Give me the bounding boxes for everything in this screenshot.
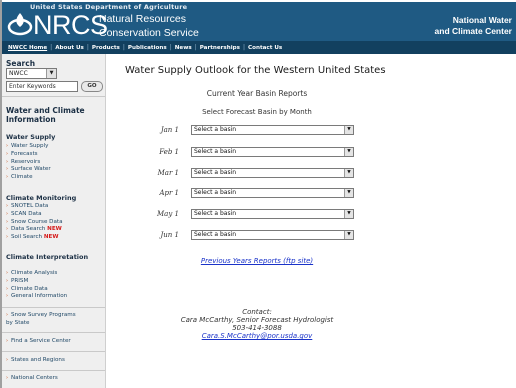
list-item[interactable]: › Climate Analysis [6, 270, 67, 278]
nav-publications[interactable]: Publications [125, 45, 170, 51]
bullet-icon: › [6, 375, 8, 381]
basin-select-may[interactable]: Select a basin ▼ [191, 209, 354, 219]
agency-line-1: Natural Resources [99, 13, 186, 25]
basin-select-mar[interactable]: Select a basin ▼ [191, 168, 354, 178]
list-item[interactable]: › Climate Data [6, 286, 67, 294]
bullet-icon: › [6, 218, 8, 225]
basin-select-feb[interactable]: Select a basin ▼ [191, 147, 354, 157]
climate-interpretation-title: Climate Interpretation [6, 253, 89, 261]
sidebar-divider [2, 96, 105, 97]
month-label: Mar 1 [157, 169, 179, 177]
nrcs-logo-icon[interactable] [6, 11, 34, 37]
page-title: Water Supply Outlook for the Western Uni… [125, 65, 386, 76]
bullet-icon: › [6, 293, 8, 300]
nav-nwcc-home[interactable]: NWCC Home [5, 45, 50, 51]
service-center-link[interactable]: › Find a Service Center [6, 338, 71, 346]
nav-contact-us[interactable]: Contact Us [245, 45, 285, 51]
basin-select-apr[interactable]: Select a basin ▼ [191, 188, 354, 198]
section-title: Water and Climate Information [6, 106, 85, 124]
bullet-icon: › [6, 234, 8, 241]
search-scope-value: NWCC [9, 70, 28, 77]
month-label: May 1 [157, 210, 179, 218]
agency-line-2: Conservation Service [99, 27, 199, 39]
bullet-icon: › [6, 312, 8, 318]
chevron-down-icon[interactable]: ▼ [46, 69, 56, 78]
list-item[interactable]: › SNOTEL Data [6, 203, 63, 211]
chevron-down-icon[interactable]: ▼ [344, 231, 353, 239]
nav-products[interactable]: Products [89, 45, 123, 51]
month-label: Feb 1 [159, 148, 179, 156]
bullet-icon: › [6, 174, 8, 181]
agency-name: Natural Resources Conservation Service [99, 12, 199, 40]
list-item[interactable]: › Water Supply [6, 143, 51, 151]
new-badge: NEW [43, 234, 59, 241]
bullet-icon: › [6, 338, 8, 344]
climate-monitoring-title: Climate Monitoring [6, 194, 77, 202]
water-supply-title: Water Supply [6, 133, 56, 141]
list-item[interactable]: › SCAN Data [6, 211, 63, 219]
main-content: Water Supply Outlook for the Western Uni… [107, 54, 516, 388]
bullet-icon: › [6, 270, 8, 276]
sidebar-divider [2, 370, 105, 371]
contact-email-link[interactable]: Cara.S.McCarthy@por.usda.gov [107, 332, 407, 341]
top-nav: NWCC Home | About Us | Products | Public… [2, 41, 516, 54]
month-label: Jan 1 [160, 126, 179, 134]
bullet-icon: › [6, 277, 8, 284]
list-item[interactable]: › Forecasts [6, 151, 51, 159]
sidebar-divider [2, 307, 105, 308]
chevron-down-icon[interactable]: ▼ [344, 189, 353, 197]
bullet-icon: › [6, 166, 8, 173]
nrcs-logo-text[interactable]: NRCS [33, 11, 108, 39]
snow-survey-link[interactable]: › Snow Survey Programs by State [6, 312, 76, 327]
sidebar-divider [2, 351, 105, 352]
center-line-2: and Climate Center [434, 26, 512, 36]
search-title: Search [6, 59, 36, 68]
keyword-input[interactable]: Enter Keywords [6, 81, 78, 92]
chevron-down-icon[interactable]: ▼ [344, 169, 353, 177]
list-item[interactable]: › Data Search NEW [6, 226, 63, 234]
list-item[interactable]: › General Information [6, 293, 67, 301]
previous-reports-link[interactable]: Previous Years Reports (ftp site) [107, 257, 407, 265]
bullet-icon: › [6, 285, 8, 292]
list-item[interactable]: › Soil Search NEW [6, 234, 63, 242]
search-scope-select[interactable]: NWCC ▼ [6, 68, 57, 79]
climate-monitoring-list: › SNOTEL Data › SCAN Data › Snow Course Dat… [6, 203, 63, 242]
month-label: Jun 1 [160, 231, 179, 239]
list-item[interactable]: › Reservoirs [6, 159, 51, 167]
basin-select-jan[interactable]: Select a basin ▼ [191, 125, 354, 135]
select-heading: Select Forecast Basin by Month [202, 108, 312, 116]
water-supply-list: › Water Supply › Forecasts › Reservoirs › Su… [6, 143, 51, 182]
list-item[interactable]: › Snow Course Data [6, 219, 63, 227]
bullet-icon: › [6, 143, 8, 149]
bullet-icon: › [6, 226, 8, 233]
list-item[interactable]: › Climate [6, 174, 51, 182]
chevron-down-icon[interactable]: ▼ [344, 126, 353, 134]
list-item[interactable]: › Surface Water [6, 166, 51, 174]
bullet-icon: › [6, 210, 8, 217]
site-header: United States Department of Agriculture … [2, 2, 516, 41]
list-item[interactable]: › PRISM [6, 278, 67, 286]
bullet-icon: › [6, 158, 8, 165]
national-centers-link[interactable]: › National Centers [6, 375, 58, 383]
sidebar-divider [2, 332, 105, 333]
nav-about-us[interactable]: About Us [52, 45, 87, 51]
nav-news[interactable]: News [172, 45, 195, 51]
chevron-down-icon[interactable]: ▼ [344, 148, 353, 156]
month-label: Apr 1 [159, 189, 179, 197]
chevron-down-icon[interactable]: ▼ [344, 210, 353, 218]
climate-interpretation-list: › Climate Analysis › PRISM › Climate Data ›… [6, 270, 67, 301]
basin-select-jun[interactable]: Select a basin ▼ [191, 230, 354, 240]
bullet-icon: › [6, 150, 8, 157]
states-regions-link[interactable]: › States and Regions [6, 357, 65, 365]
bullet-icon: › [6, 357, 8, 363]
center-line-1: National Water [452, 15, 512, 25]
reports-subtitle: Current Year Basin Reports [206, 89, 308, 98]
center-name: National Water and Climate Center [435, 15, 512, 37]
bullet-icon: › [6, 203, 8, 209]
nav-partnerships[interactable]: Partnerships [197, 45, 243, 51]
new-badge: NEW [47, 226, 62, 233]
sidebar: Search NWCC ▼ Enter Keywords GO Water an… [2, 54, 106, 388]
go-button[interactable]: GO [81, 81, 103, 92]
